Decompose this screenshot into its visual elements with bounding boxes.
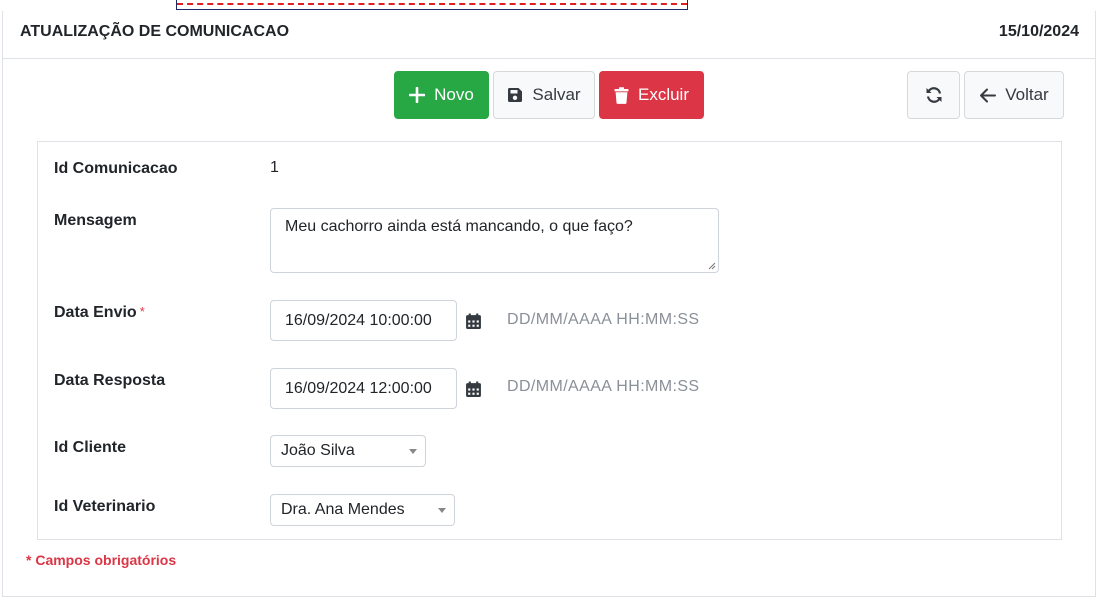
current-date: 15/10/2024 xyxy=(998,23,1079,40)
plus-icon xyxy=(409,87,426,103)
refresh-button[interactable] xyxy=(907,71,960,119)
back-button[interactable]: Voltar xyxy=(964,71,1064,119)
id-veterinario-selected: Dra. Ana Mendes xyxy=(281,501,405,518)
chevron-down-icon xyxy=(438,507,446,513)
id-cliente-select[interactable]: João Silva xyxy=(270,435,426,467)
data-resposta-value: 16/09/2024 12:00:00 xyxy=(285,379,432,397)
form-card: Id Comunicacao 1 Mensagem Meu cachorro a… xyxy=(37,141,1062,540)
required-marker: * xyxy=(139,304,145,319)
form-panel: ATUALIZAÇÃO DE COMUNICACAO 15/10/2024 No… xyxy=(2,11,1096,597)
data-envio-input[interactable]: 16/09/2024 10:00:00 xyxy=(270,300,457,341)
back-button-label: Voltar xyxy=(1005,85,1049,104)
floppy-disk-icon xyxy=(508,88,523,102)
calendar-icon[interactable] xyxy=(465,313,482,330)
chevron-down-icon xyxy=(409,448,417,454)
save-button-label: Salvar xyxy=(532,85,581,104)
data-resposta-label: Data Resposta xyxy=(54,372,166,389)
save-button[interactable]: Salvar xyxy=(493,71,595,119)
mensagem-textarea[interactable]: Meu cachorro ainda está mancando, o que … xyxy=(270,208,719,273)
top-banner-fragment xyxy=(176,0,688,10)
data-envio-value: 16/09/2024 10:00:00 xyxy=(285,311,432,329)
new-button-label: Novo xyxy=(434,85,474,104)
data-resposta-input[interactable]: 16/09/2024 12:00:00 xyxy=(270,368,457,409)
id-comunicacao-label: Id Comunicacao xyxy=(54,160,178,177)
trash-icon xyxy=(614,86,629,104)
id-cliente-label: Id Cliente xyxy=(54,439,127,456)
mensagem-label: Mensagem xyxy=(54,212,137,229)
arrow-left-icon xyxy=(980,88,997,102)
data-envio-label: Data Envio * xyxy=(54,304,145,322)
data-envio-format-hint: DD/MM/AAAA HH:MM:SS xyxy=(507,311,700,328)
new-button[interactable]: Novo xyxy=(394,71,489,119)
data-resposta-format-hint: DD/MM/AAAA HH:MM:SS xyxy=(507,378,700,395)
id-veterinario-label: Id Veterinario xyxy=(54,498,156,515)
calendar-icon[interactable] xyxy=(465,381,482,398)
id-veterinario-select[interactable]: Dra. Ana Mendes xyxy=(270,494,455,526)
id-comunicacao-value: 1 xyxy=(270,159,279,176)
data-envio-label-text: Data Envio xyxy=(54,304,137,321)
delete-button-label: Excluir xyxy=(637,85,689,104)
panel-header: ATUALIZAÇÃO DE COMUNICACAO 15/10/2024 xyxy=(3,11,1095,59)
resize-handle-icon[interactable] xyxy=(708,262,716,270)
delete-button[interactable]: Excluir xyxy=(599,71,704,119)
mensagem-text: Meu cachorro ainda está mancando, o que … xyxy=(285,218,633,235)
page-title: ATUALIZAÇÃO DE COMUNICACAO xyxy=(20,23,290,40)
refresh-icon xyxy=(926,87,941,103)
required-fields-note: * Campos obrigatórios xyxy=(26,552,177,568)
id-cliente-selected: João Silva xyxy=(281,442,355,459)
